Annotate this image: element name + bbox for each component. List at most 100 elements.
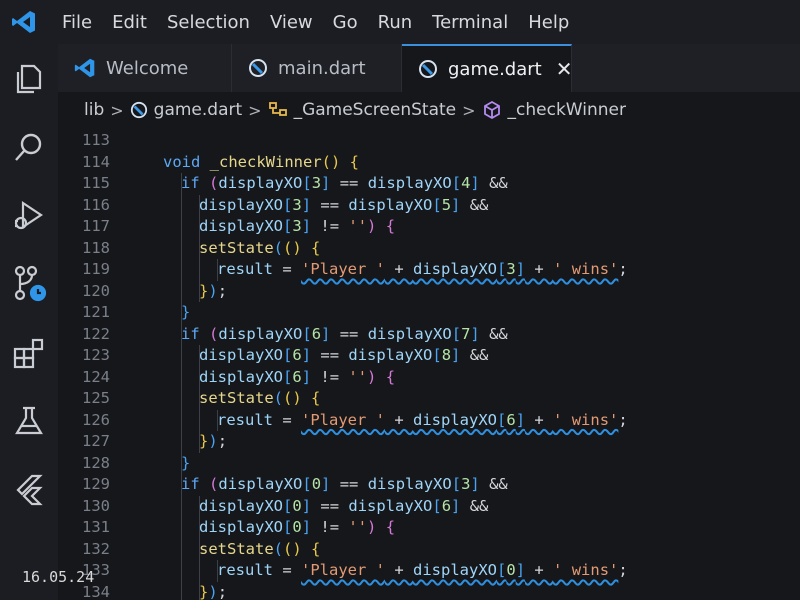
tab-game-dart[interactable]: game.dart ✕ — [402, 44, 572, 92]
search-icon[interactable] — [8, 126, 50, 168]
line-number: 125 — [82, 389, 110, 407]
code-token: [ — [302, 475, 312, 493]
code-token: ; — [618, 260, 628, 278]
code-line[interactable]: 115 if (displayXO[3] == displayXO[4] && — [58, 173, 800, 195]
code-text: if (displayXO[3] == displayXO[4] && — [181, 173, 508, 195]
code-token: ] — [321, 324, 331, 343]
code-line[interactable]: 113 — [58, 130, 800, 152]
code-token: () — [283, 539, 302, 558]
menu-go[interactable]: Go — [333, 12, 358, 33]
tab-main-dart[interactable]: main.dart — [232, 44, 402, 92]
code-token: 0 — [292, 518, 302, 536]
line-number: 123 — [82, 346, 110, 364]
code-token: ( — [209, 174, 219, 192]
line-number: 120 — [82, 281, 110, 300]
breadcrumb-folder[interactable]: lib — [84, 100, 104, 120]
code-line[interactable]: 121} — [58, 302, 800, 324]
code-line[interactable]: 120}); — [58, 280, 800, 302]
code-line[interactable]: 125 setState(() { — [58, 388, 800, 410]
code-token: == — [311, 496, 349, 515]
code-editor[interactable]: 113 114 void _checkWinner() {115 if (displa… — [58, 128, 800, 600]
code-token: { — [385, 217, 396, 235]
code-token: ) — [367, 217, 377, 235]
menu-file[interactable]: File — [62, 12, 92, 33]
tab-welcome[interactable]: Welcome — [58, 44, 232, 92]
code-token: = — [273, 260, 301, 278]
photo-timestamp: 16.05.24 — [22, 568, 95, 586]
code-token: { — [349, 152, 360, 171]
code-token: = — [273, 410, 301, 429]
code-line[interactable]: 114 void _checkWinner() { — [58, 152, 800, 174]
code-text: displayXO[6] != '') { — [199, 367, 395, 389]
code-token: ] — [470, 174, 480, 192]
code-token: && — [479, 324, 508, 343]
flutter-icon[interactable] — [8, 468, 50, 510]
indent-guide — [199, 259, 200, 281]
code-text: if (displayXO[6] == displayXO[7] && — [181, 324, 508, 346]
indent-guide — [181, 216, 182, 238]
breadcrumb-method[interactable]: _checkWinner — [508, 100, 626, 120]
code-token: [ — [451, 475, 462, 493]
code-line[interactable]: 128} — [58, 452, 800, 474]
line-number: 122 — [82, 324, 110, 343]
breadcrumb-file[interactable]: game.dart — [154, 100, 243, 120]
code-token: ; — [217, 432, 228, 450]
menu-view[interactable]: View — [270, 12, 313, 33]
code-token: 3 — [461, 475, 471, 493]
menu-run[interactable]: Run — [378, 12, 413, 33]
menu-terminal[interactable]: Terminal — [432, 12, 508, 33]
extensions-icon[interactable] — [8, 332, 50, 374]
code-token: != — [311, 518, 349, 536]
code-token: ( — [273, 389, 283, 407]
indent-guide — [181, 194, 182, 216]
code-token: && — [479, 475, 508, 493]
code-text: if (displayXO[0] == displayXO[3] && — [181, 474, 508, 496]
code-line[interactable]: 132 setState(() { — [58, 538, 800, 560]
menu-selection[interactable]: Selection — [167, 12, 250, 33]
code-token: && — [460, 195, 489, 214]
code-line[interactable]: 118 setState(() { — [58, 237, 800, 259]
testing-icon[interactable] — [8, 400, 50, 442]
code-line[interactable]: 129 if (displayXO[0] == displayXO[3] && — [58, 474, 800, 496]
code-token: ) — [367, 367, 377, 386]
code-token: [ — [432, 195, 442, 214]
line-number: 131 — [82, 518, 110, 536]
indent-guide — [199, 560, 200, 582]
code-line[interactable]: 131 displayXO[0] != '') { — [58, 517, 800, 539]
code-token: ] — [451, 195, 461, 214]
code-text: }); — [199, 582, 227, 600]
chevron-right-icon: > — [462, 100, 476, 120]
code-token: if — [181, 475, 200, 493]
code-token: setState — [199, 238, 274, 257]
code-line[interactable]: 116 displayXO[3] == displayXO[5] && — [58, 194, 800, 216]
code-line[interactable]: 119 result = 'Player ' + displayXO[3] + '… — [58, 259, 800, 281]
code-token: setState — [199, 389, 274, 407]
code-line[interactable]: 126 result = 'Player ' + displayXO[6] + '… — [58, 409, 800, 431]
line-number: 117 — [82, 217, 110, 235]
code-line[interactable]: 130 displayXO[0] == displayXO[6] && — [58, 495, 800, 517]
code-line[interactable]: 117 displayXO[3] != '') { — [58, 216, 800, 238]
code-token: ] — [451, 346, 461, 364]
code-token: 6 — [311, 324, 322, 343]
close-icon[interactable]: ✕ — [556, 57, 573, 81]
run-debug-icon[interactable] — [8, 194, 50, 236]
indent-guide — [181, 409, 182, 431]
menu-edit[interactable]: Edit — [112, 12, 147, 33]
code-line[interactable]: 123 displayXO[6] == displayXO[8] && — [58, 345, 800, 367]
source-control-icon[interactable] — [8, 262, 50, 304]
breadcrumb-class[interactable]: _GameScreenState — [294, 100, 457, 120]
menu-help[interactable]: Help — [528, 12, 569, 33]
code-line[interactable]: 124 displayXO[6] != '') { — [58, 366, 800, 389]
code-line[interactable]: 122 if (displayXO[6] == displayXO[7] && — [58, 323, 800, 346]
code-line[interactable]: 133 result = 'Player ' + displayXO[0] + '… — [58, 560, 800, 582]
line-number: 129 — [82, 475, 110, 493]
code-token: if — [181, 174, 200, 192]
code-token: ) — [208, 432, 218, 450]
code-token: 'Player ' + displayXO[3] + ' wins' — [301, 260, 619, 278]
explorer-icon[interactable] — [8, 58, 50, 100]
code-line[interactable]: 134}); — [58, 581, 800, 600]
code-token: '' — [348, 367, 368, 386]
code-line[interactable]: 127}); — [58, 431, 800, 453]
